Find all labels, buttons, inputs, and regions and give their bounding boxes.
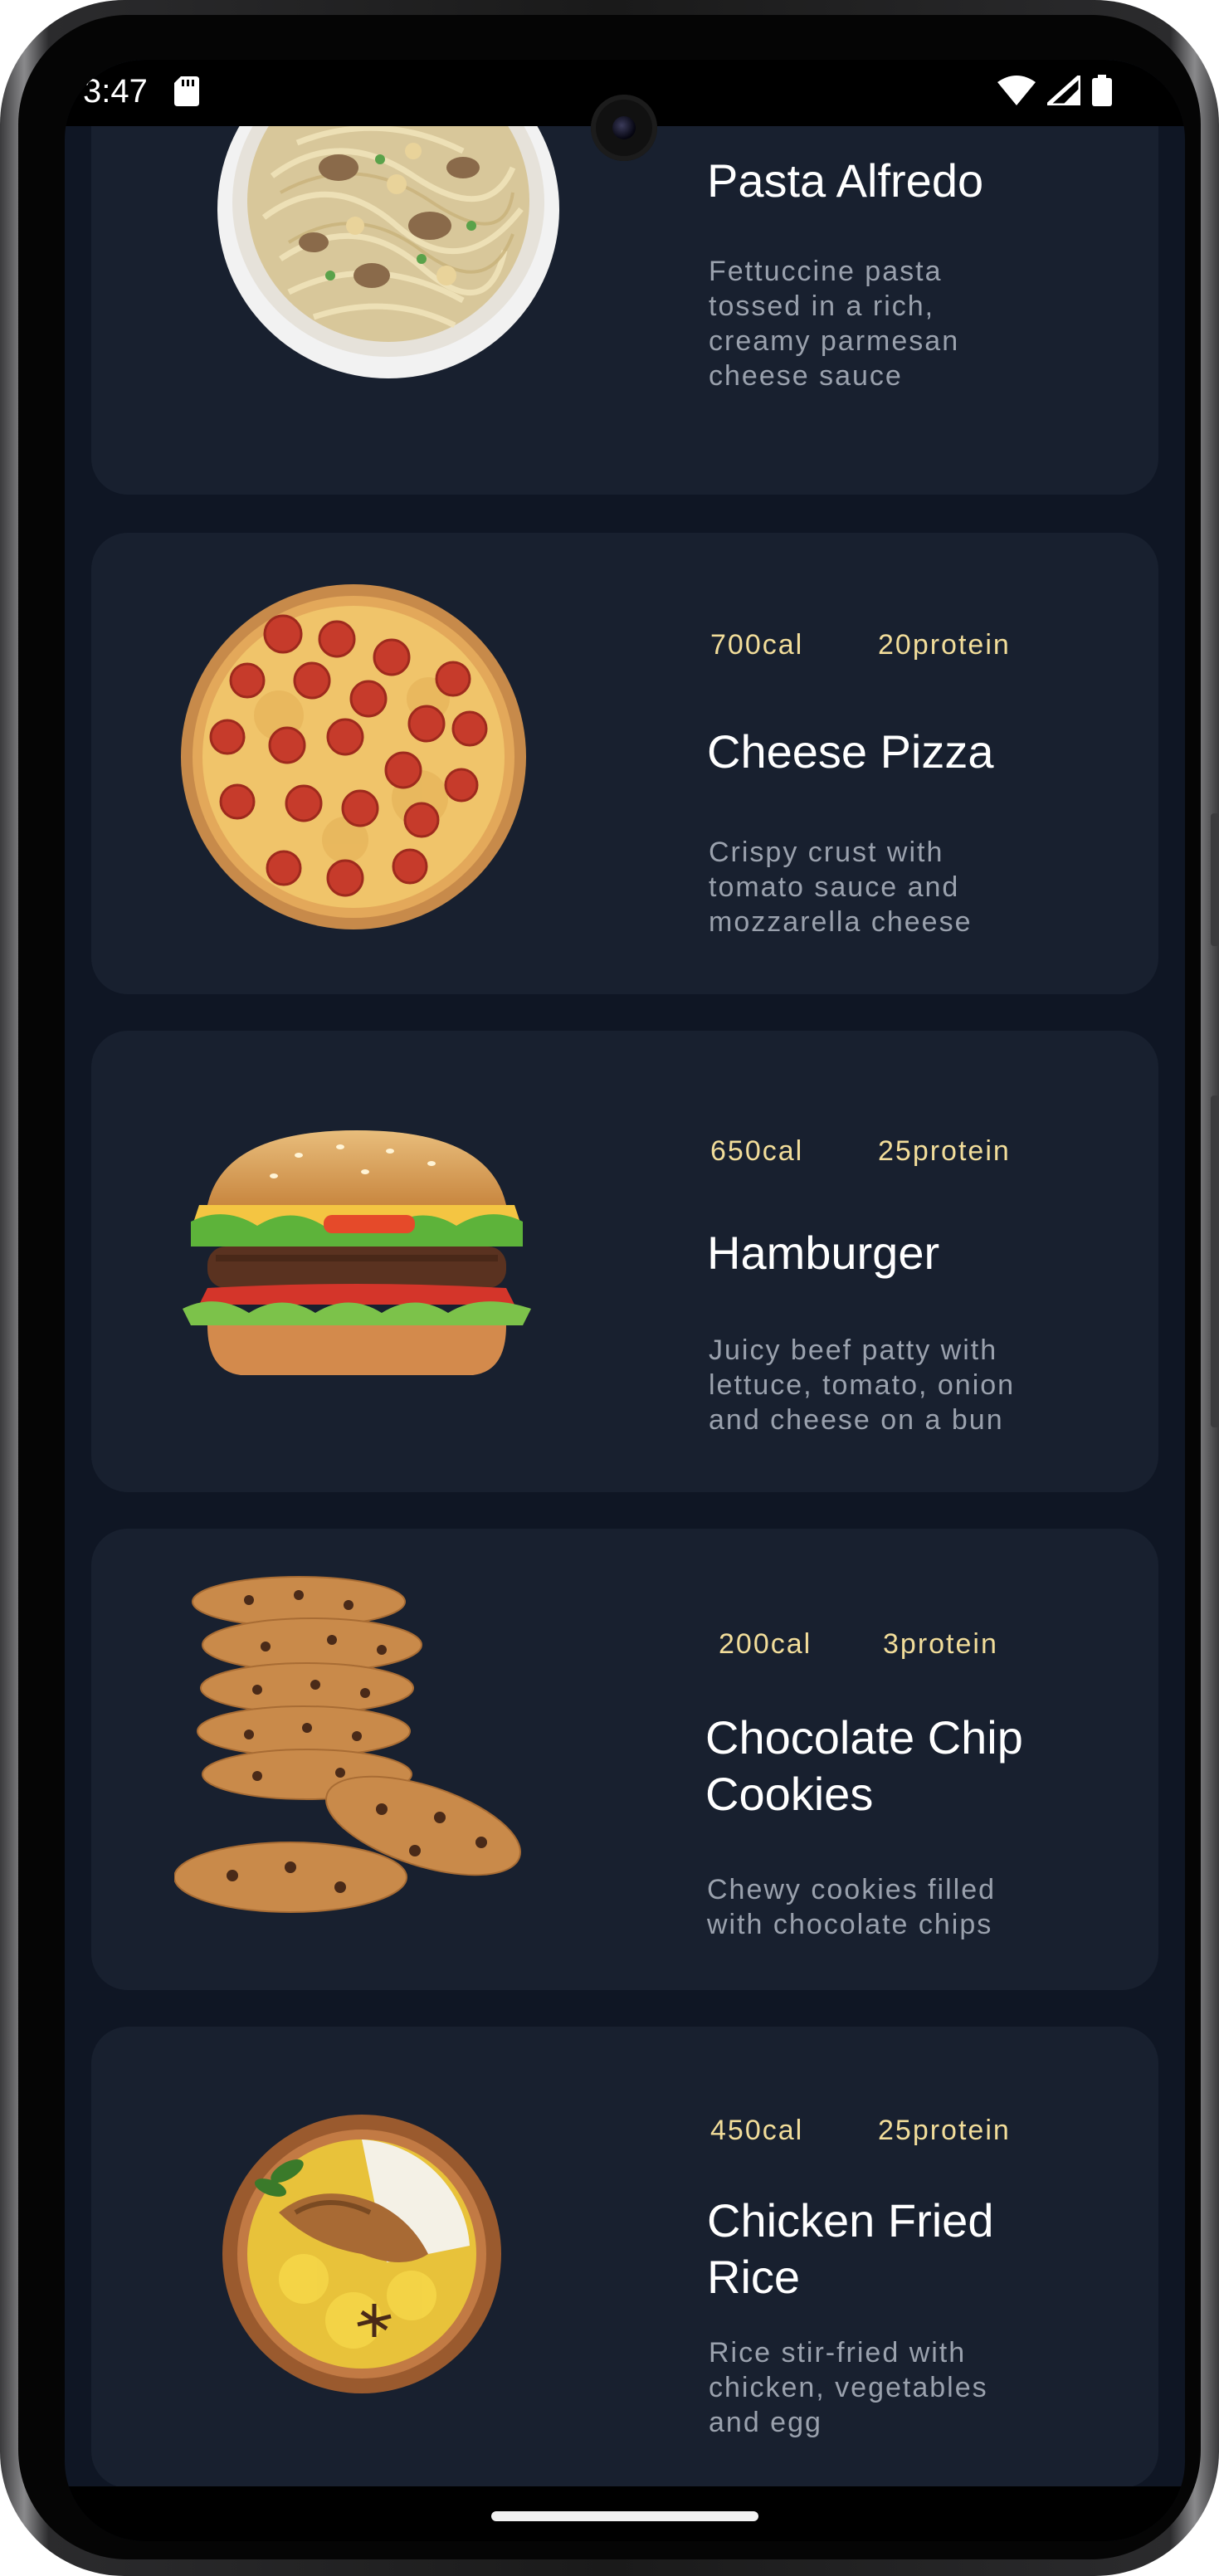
food-card[interactable]: 650cal 25protein Hamburger Juicy beef pa… (91, 1031, 1158, 1492)
food-description: Fettuccine pasta tossed in a rich, cream… (709, 256, 960, 392)
protein-label: 25protein (878, 2115, 1011, 2146)
food-description: Crispy crust with tomato sauce and mozza… (709, 837, 973, 938)
volume-button (1211, 813, 1219, 946)
pizza-image (181, 584, 526, 929)
phone-frame: 800cal 15protein Pasta Alfredo Fettuccin… (0, 0, 1219, 2576)
home-indicator[interactable] (491, 2511, 758, 2521)
protein-label: 3protein (883, 1628, 998, 1660)
battery-icon (1092, 75, 1112, 106)
clock: 3:47 (83, 73, 148, 110)
food-title: Hamburger (707, 1227, 940, 1279)
fried-rice-image (222, 2115, 501, 2393)
sd-card-icon (174, 76, 199, 106)
food-title: Pasta Alfredo (707, 154, 984, 207)
food-card[interactable]: 200cal 3protein Chocolate Chip Cookies C… (91, 1529, 1158, 1990)
bezel: 800cal 15protein Pasta Alfredo Fettuccin… (18, 15, 1201, 2559)
food-description: Chewy cookies filled with chocolate chip… (707, 1874, 997, 1940)
calories-label: 700cal (710, 629, 804, 661)
power-button (1211, 1095, 1219, 1427)
food-title: Chocolate Chip Cookies (705, 1711, 1023, 1820)
food-card[interactable]: 450cal 25protein Chicken Fried Rice Rice… (91, 2027, 1158, 2488)
food-description: Rice stir-fried with chicken, vegetables… (709, 2337, 988, 2438)
food-description: Juicy beef patty with lettuce, tomato, o… (709, 1334, 1016, 1436)
signal-icon (1047, 76, 1080, 105)
calories-label: 200cal (719, 1628, 812, 1660)
screen: 800cal 15protein Pasta Alfredo Fettuccin… (65, 60, 1185, 2541)
calories-label: 450cal (710, 2115, 804, 2146)
wifi-icon (997, 76, 1036, 105)
food-title: Cheese Pizza (707, 725, 994, 778)
status-icons (997, 75, 1112, 106)
protein-label: 25protein (878, 1135, 1011, 1167)
food-title: Chicken Fried Rice (707, 2194, 994, 2303)
protein-label: 20protein (878, 629, 1011, 661)
front-camera (591, 95, 657, 161)
cookies-image (174, 1576, 521, 1913)
food-card[interactable]: 700cal 20protein Cheese Pizza Crispy cru… (91, 533, 1158, 994)
hamburger-image (183, 1130, 531, 1375)
calories-label: 650cal (710, 1135, 804, 1167)
